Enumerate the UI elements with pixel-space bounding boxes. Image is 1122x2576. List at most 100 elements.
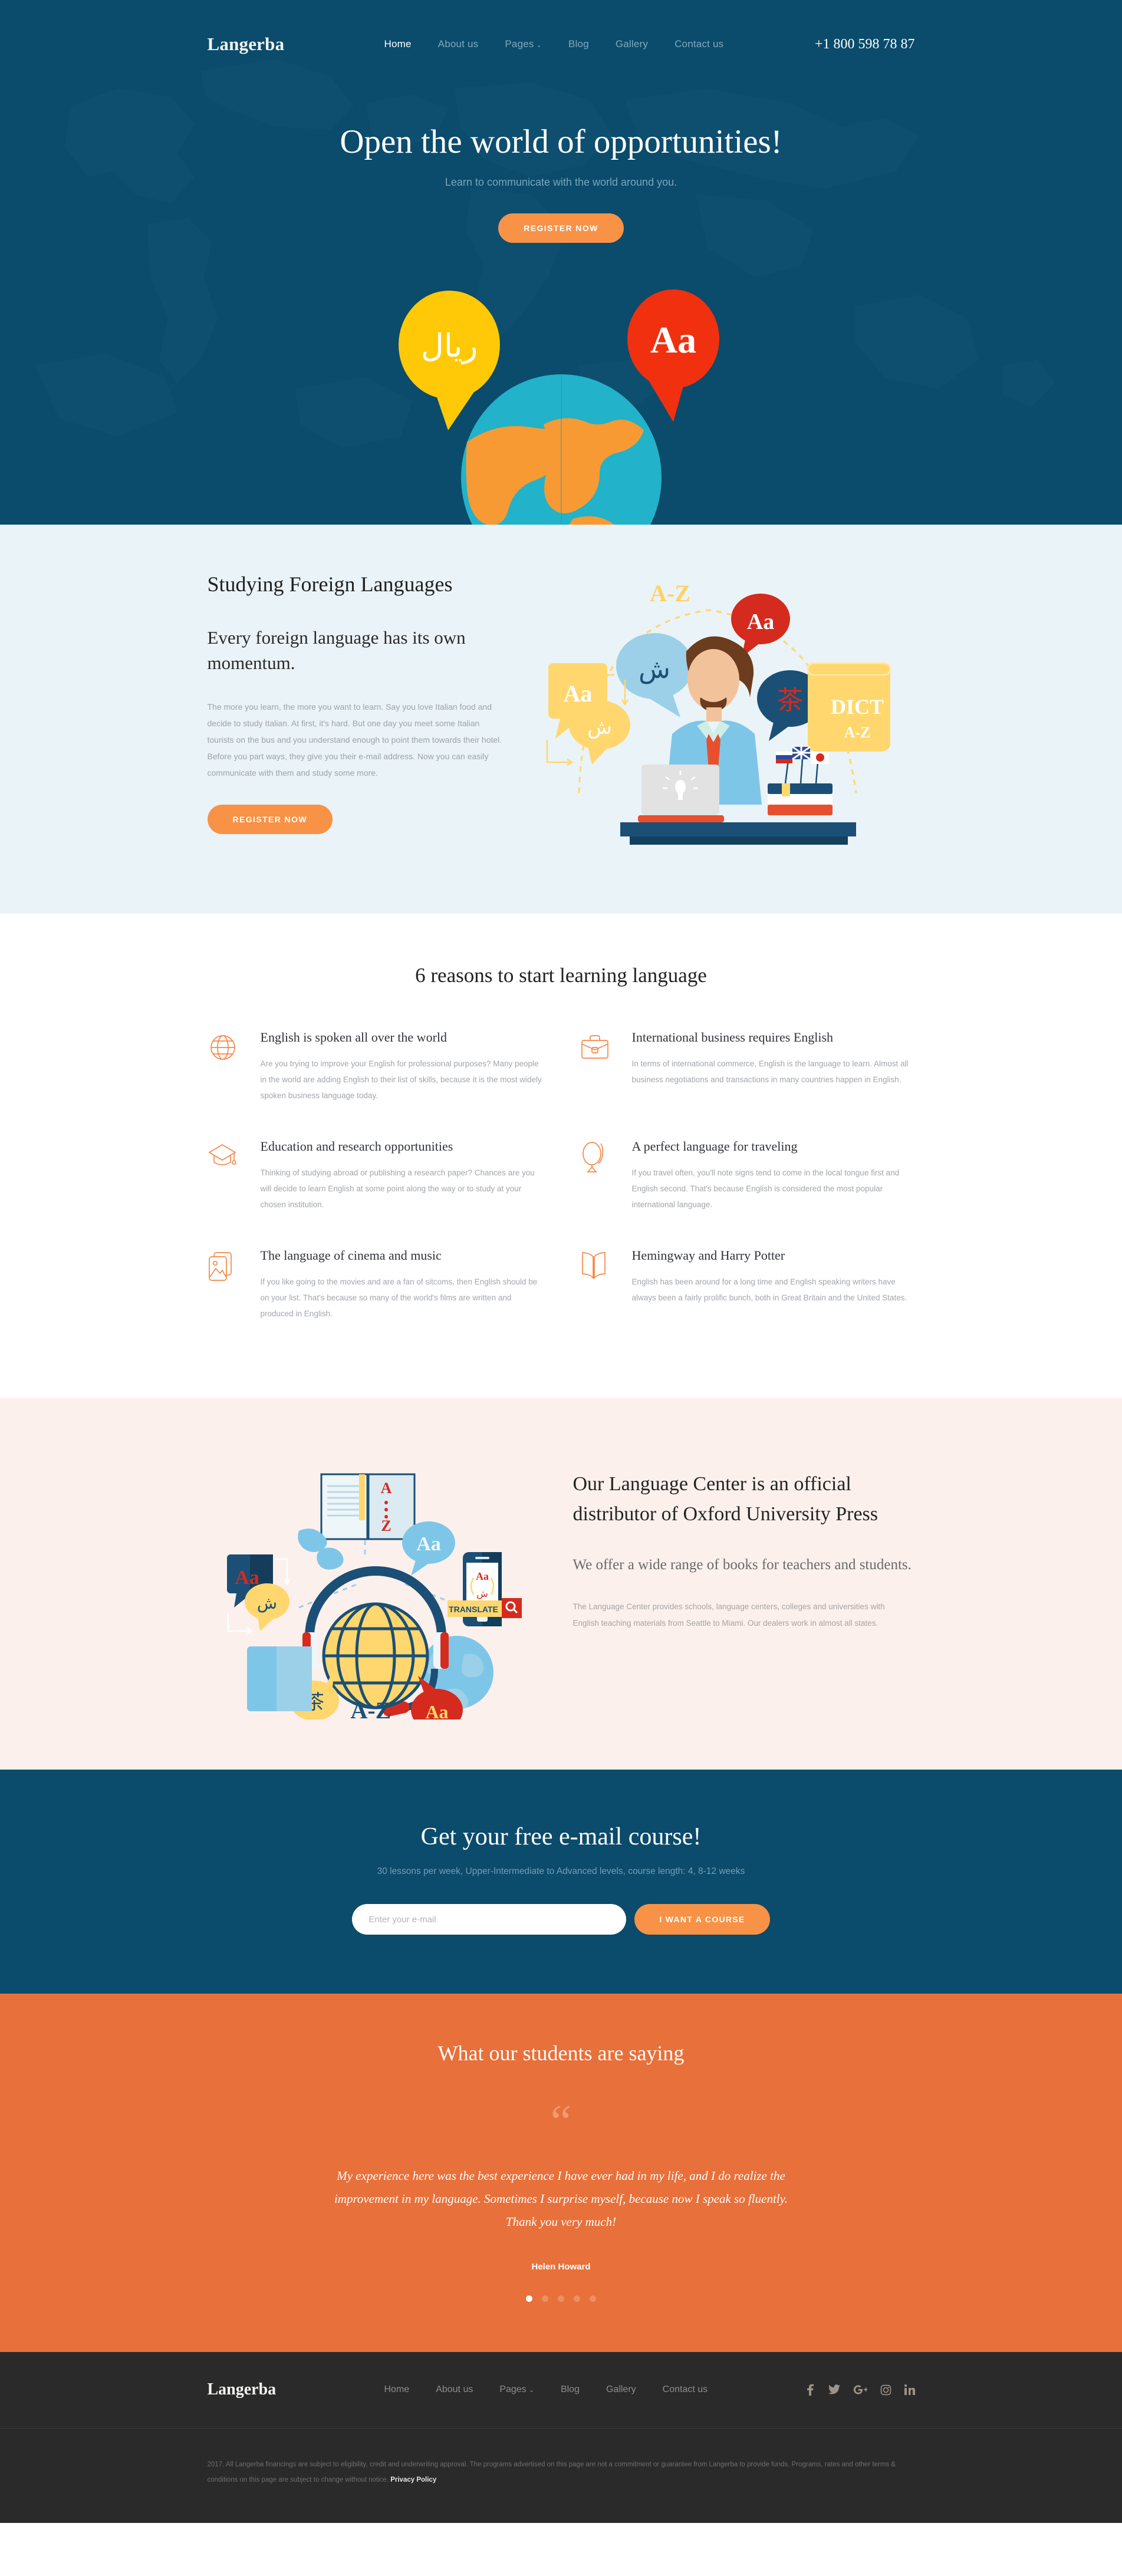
page-root: Langerba Home About us Pages ⌄ Blog Galle… (0, 0, 1122, 2524)
nav-item-home[interactable]: Home (384, 38, 412, 50)
studying-title: Studying Foreign Languages (207, 572, 453, 596)
studying-section: Studying Foreign Languages Every foreign… (0, 525, 1122, 914)
twitter-icon[interactable] (828, 2384, 840, 2395)
nav-item-pages-label: Pages (505, 38, 534, 50)
oxford-title: Our Language Center is an official distr… (572, 1473, 878, 1525)
email-course-lead: 30 lessons per week, Upper-Intermediate … (377, 1866, 745, 1876)
linkedin-icon[interactable] (904, 2384, 915, 2396)
hero-subtitle: Learn to communicate with the world arou… (445, 176, 677, 188)
main-navigation: Home About us Pages ⌄ Blog Gallery Contac… (384, 38, 815, 50)
svg-text:ش: ش (587, 716, 612, 739)
reason-text: In terms of international commerce, Engl… (631, 1059, 909, 1084)
photo-icon (208, 1248, 244, 1322)
svg-text:A: A (380, 1480, 391, 1497)
hero-title: Open the world of opportunities! (340, 123, 782, 160)
reason-title: International business requires English (631, 1030, 834, 1045)
nav-item-about-us[interactable]: About us (438, 38, 479, 50)
footer-nav-about-us[interactable]: About us (436, 2384, 473, 2395)
reasons-grid: English is spoken all over the world Are… (208, 1030, 915, 1322)
nav-item-pages[interactable]: Pages ⌄ (505, 38, 542, 50)
svg-text:A-Z: A-Z (844, 724, 870, 741)
reason-text: If you travel often, you'll note signs t… (631, 1168, 900, 1209)
svg-text:Z: Z (381, 1517, 391, 1534)
svg-text:ش: ش (256, 1593, 277, 1613)
carousel-dot-5[interactable] (590, 2295, 596, 2302)
svg-text:Aa: Aa (416, 1533, 441, 1555)
site-header: Langerba Home About us Pages ⌄ Blog Galle… (0, 0, 1122, 88)
oxford-subtitle: We offer a wide range of books for teach… (572, 1557, 912, 1573)
studying-body: The more you learn, the more you want to… (207, 701, 502, 778)
reason-card: Education and research opportunities Thi… (208, 1139, 544, 1213)
reason-text: If you like going to the movies and are … (260, 1277, 538, 1318)
desk-globe-icon (579, 1139, 616, 1213)
reason-text: English has been around for a long time … (631, 1277, 907, 1302)
reason-title: English is spoken all over the world (260, 1030, 448, 1045)
footer-nav-contact-us[interactable]: Contact us (663, 2384, 708, 2395)
oxford-section: A Z Aa ش Aa Aa ش TRANSLATE 茶 Aa A-Z Our … (0, 1398, 1122, 1770)
carousel-dots (0, 2295, 1122, 2302)
footer-logo[interactable]: Langerba (208, 2380, 384, 2399)
footer-nav-pages[interactable]: Pages ⌄ (499, 2384, 534, 2395)
svg-text:A-Z: A-Z (650, 580, 690, 607)
svg-text:A-Z: A-Z (350, 1697, 391, 1719)
carousel-dot-2[interactable] (542, 2295, 548, 2302)
google-plus-icon[interactable] (853, 2384, 867, 2395)
email-input[interactable] (352, 1904, 627, 1935)
social-links (805, 2384, 915, 2396)
reasons-title: 6 reasons to start learning language (415, 964, 707, 987)
carousel-dot-3[interactable] (558, 2295, 564, 2302)
oxford-text: The Language Center provides schools, la… (572, 1602, 885, 1628)
studying-subtitle: Every foreign language has its own momen… (207, 627, 466, 674)
footer-nav-blog[interactable]: Blog (561, 2384, 580, 2395)
hero-register-button[interactable]: REGISTER NOW (498, 213, 624, 243)
site-footer: Langerba Home About us Pages ⌄ Blog Galle… (0, 2351, 1122, 2524)
hero-illustration: ريال Aa (0, 283, 1122, 525)
carousel-dot-4[interactable] (574, 2295, 580, 2302)
svg-text:TRANSLATE: TRANSLATE (449, 1605, 498, 1614)
svg-text:茶: 茶 (777, 686, 803, 716)
svg-text:ش: ش (476, 1588, 488, 1599)
header-phone[interactable]: +1 800 598 78 87 (815, 37, 915, 52)
svg-text:DICT: DICT (830, 695, 883, 719)
testimonial-author: Helen Howard (531, 2261, 591, 2272)
footer-nav-home[interactable]: Home (384, 2384, 410, 2395)
copyright-body: 2017. All Langerba financings are subjec… (207, 2460, 896, 2483)
svg-text:ريال: ريال (420, 327, 478, 364)
svg-text:Aa: Aa (476, 1570, 489, 1582)
open-book-icon (579, 1248, 616, 1322)
studying-illustration: A-Z Aa ش Aa ش 茶 DICT A-Z (526, 557, 903, 867)
reason-title: Education and research opportunities (260, 1139, 453, 1154)
reason-card: A perfect language for traveling If you … (579, 1139, 915, 1213)
subscribe-form: I WANT A COURSE (0, 1904, 1122, 1935)
svg-text:Aa: Aa (425, 1701, 448, 1719)
footer-nav-gallery[interactable]: Gallery (606, 2384, 636, 2395)
email-course-section: Get your free e-mail course! 30 lessons … (0, 1770, 1122, 1994)
copyright-text: 2017. All Langerba financings are subjec… (208, 2457, 915, 2488)
chevron-down-icon: ⌄ (536, 42, 542, 49)
reason-title: A perfect language for traveling (631, 1139, 798, 1154)
instagram-icon[interactable] (880, 2384, 891, 2396)
chevron-down-icon: ⌄ (528, 2387, 534, 2394)
svg-text:ش: ش (639, 654, 670, 684)
studying-register-button[interactable]: REGISTER NOW (207, 804, 333, 834)
testimonials-title: What our students are saying (437, 2041, 685, 2065)
reason-card: Hemingway and Harry Potter English has b… (579, 1248, 915, 1322)
testimonial-quote: My experience here was the best experien… (334, 2169, 788, 2229)
hero-section: Langerba Home About us Pages ⌄ Blog Galle… (0, 0, 1122, 525)
site-logo[interactable]: Langerba (208, 34, 384, 55)
nav-item-contact-us[interactable]: Contact us (674, 38, 723, 50)
facebook-icon[interactable] (805, 2384, 815, 2396)
reasons-section: 6 reasons to start learning language Eng… (0, 914, 1122, 1398)
footer-navigation: Home About us Pages ⌄ Blog Gallery Contac… (384, 2384, 805, 2395)
i-want-a-course-button[interactable]: I WANT A COURSE (634, 1904, 770, 1935)
privacy-policy-link[interactable]: Privacy Policy (390, 2476, 436, 2483)
reason-title: Hemingway and Harry Potter (631, 1248, 785, 1263)
reason-text: Thinking of studying abroad or publishin… (260, 1168, 535, 1209)
email-course-title: Get your free e-mail course! (420, 1823, 702, 1850)
reason-title: The language of cinema and music (260, 1248, 442, 1263)
carousel-dot-1[interactable] (526, 2295, 532, 2302)
testimonials-section: What our students are saying “ My experi… (0, 1994, 1122, 2352)
nav-item-gallery[interactable]: Gallery (616, 38, 648, 50)
nav-item-blog[interactable]: Blog (568, 38, 589, 50)
briefcase-icon (579, 1030, 616, 1103)
